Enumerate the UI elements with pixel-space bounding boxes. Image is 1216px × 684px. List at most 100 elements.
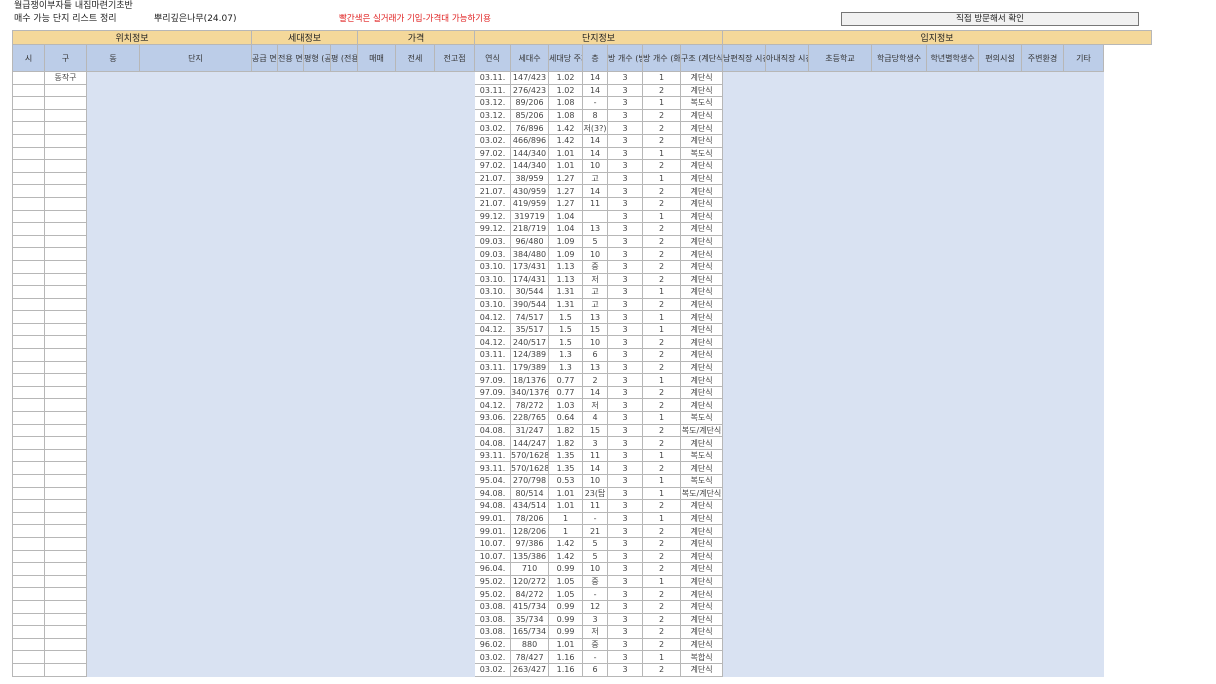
table-cell[interactable]: [978, 474, 1023, 488]
table-cell[interactable]: [926, 108, 980, 123]
table-cell[interactable]: [277, 436, 304, 450]
table-cell[interactable]: 1.3: [548, 360, 584, 375]
table-cell[interactable]: [303, 486, 331, 501]
table-cell[interactable]: [871, 486, 928, 501]
table-cell[interactable]: 3: [607, 436, 644, 450]
table-cell[interactable]: [330, 209, 358, 224]
table-cell[interactable]: 03.12.: [474, 108, 512, 123]
table-cell[interactable]: [251, 234, 278, 249]
table-cell[interactable]: 3: [607, 348, 644, 362]
table-cell[interactable]: 계단식: [680, 335, 724, 350]
table-cell[interactable]: [139, 272, 252, 287]
table-cell[interactable]: [277, 71, 304, 85]
table-cell[interactable]: [808, 587, 873, 601]
table-cell[interactable]: 3: [607, 411, 644, 425]
table-cell[interactable]: [1021, 310, 1065, 324]
table-cell[interactable]: 120/272: [510, 574, 550, 589]
column-header[interactable]: 편의시설: [978, 44, 1023, 72]
table-cell[interactable]: 1.27: [548, 184, 584, 198]
table-cell[interactable]: [12, 411, 45, 425]
table-cell[interactable]: [926, 159, 980, 173]
table-cell[interactable]: 2: [642, 108, 682, 123]
table-cell[interactable]: [926, 184, 980, 198]
table-cell[interactable]: 03.11.: [474, 348, 512, 362]
table-cell[interactable]: [44, 448, 87, 463]
table-cell[interactable]: [303, 310, 331, 324]
table-cell[interactable]: [86, 411, 140, 425]
table-cell[interactable]: [303, 448, 331, 463]
table-cell[interactable]: [978, 625, 1023, 639]
column-header[interactable]: 매매: [357, 44, 396, 72]
table-cell[interactable]: [765, 360, 810, 375]
table-cell[interactable]: [357, 133, 396, 148]
table-cell[interactable]: [765, 209, 810, 224]
table-cell[interactable]: [357, 108, 396, 123]
table-cell[interactable]: [12, 511, 45, 526]
table-cell[interactable]: -: [582, 587, 609, 601]
table-cell[interactable]: [395, 184, 435, 198]
table-cell[interactable]: [926, 297, 980, 312]
table-cell[interactable]: [44, 385, 87, 400]
table-cell[interactable]: 2: [642, 121, 682, 135]
table-cell[interactable]: 96.04.: [474, 562, 512, 576]
table-cell[interactable]: [926, 171, 980, 186]
table-cell[interactable]: [139, 423, 252, 438]
table-cell[interactable]: [433, 159, 476, 173]
table-cell[interactable]: [1063, 637, 1105, 652]
table-cell[interactable]: [139, 196, 252, 211]
table-cell[interactable]: [722, 411, 767, 425]
table-cell[interactable]: [277, 562, 304, 576]
table-cell[interactable]: [1021, 108, 1065, 123]
table-cell[interactable]: [303, 385, 331, 400]
table-cell[interactable]: [978, 133, 1023, 148]
table-cell[interactable]: 12: [582, 599, 609, 614]
table-cell[interactable]: 10: [582, 335, 609, 350]
table-cell[interactable]: [139, 184, 252, 198]
table-cell[interactable]: [86, 423, 140, 438]
table-cell[interactable]: 1.5: [548, 310, 584, 324]
table-cell[interactable]: [12, 448, 45, 463]
table-cell[interactable]: 09.03.: [474, 234, 512, 249]
table-cell[interactable]: 240/517: [510, 335, 550, 350]
table-cell[interactable]: [303, 196, 331, 211]
table-cell[interactable]: 3: [607, 612, 644, 627]
table-cell[interactable]: [330, 133, 358, 148]
table-cell[interactable]: [722, 121, 767, 135]
table-cell[interactable]: 1.08: [548, 96, 584, 110]
column-header[interactable]: 평 (전용): [330, 44, 358, 72]
table-cell[interactable]: [433, 247, 476, 261]
table-cell[interactable]: [433, 562, 476, 576]
table-cell[interactable]: [357, 297, 396, 312]
table-cell[interactable]: 173/431: [510, 259, 550, 274]
table-cell[interactable]: 계단식: [680, 499, 724, 513]
table-cell[interactable]: [433, 587, 476, 601]
table-cell[interactable]: [357, 196, 396, 211]
table-cell[interactable]: [1063, 184, 1105, 198]
column-header[interactable]: 전세: [395, 44, 435, 72]
table-cell[interactable]: [926, 335, 980, 350]
table-cell[interactable]: [357, 234, 396, 249]
table-cell[interactable]: 78/206: [510, 511, 550, 526]
table-cell[interactable]: 계단식: [680, 385, 724, 400]
table-cell[interactable]: [44, 159, 87, 173]
table-cell[interactable]: [722, 499, 767, 513]
table-cell[interactable]: 263/427: [510, 662, 550, 677]
table-cell[interactable]: [251, 436, 278, 450]
table-cell[interactable]: [139, 536, 252, 551]
table-cell[interactable]: [765, 146, 810, 161]
table-cell[interactable]: 1: [642, 486, 682, 501]
table-cell[interactable]: 93.11.: [474, 461, 512, 475]
table-cell[interactable]: [433, 335, 476, 350]
table-cell[interactable]: 218/719: [510, 222, 550, 236]
table-cell[interactable]: 97.09.: [474, 373, 512, 387]
table-cell[interactable]: [357, 524, 396, 538]
table-cell[interactable]: 35/517: [510, 322, 550, 337]
table-cell[interactable]: [1063, 423, 1105, 438]
table-cell[interactable]: [871, 171, 928, 186]
table-cell[interactable]: [765, 108, 810, 123]
table-cell[interactable]: [303, 146, 331, 161]
table-cell[interactable]: [395, 423, 435, 438]
table-cell[interactable]: [277, 159, 304, 173]
table-cell[interactable]: [357, 574, 396, 589]
table-cell[interactable]: [303, 423, 331, 438]
